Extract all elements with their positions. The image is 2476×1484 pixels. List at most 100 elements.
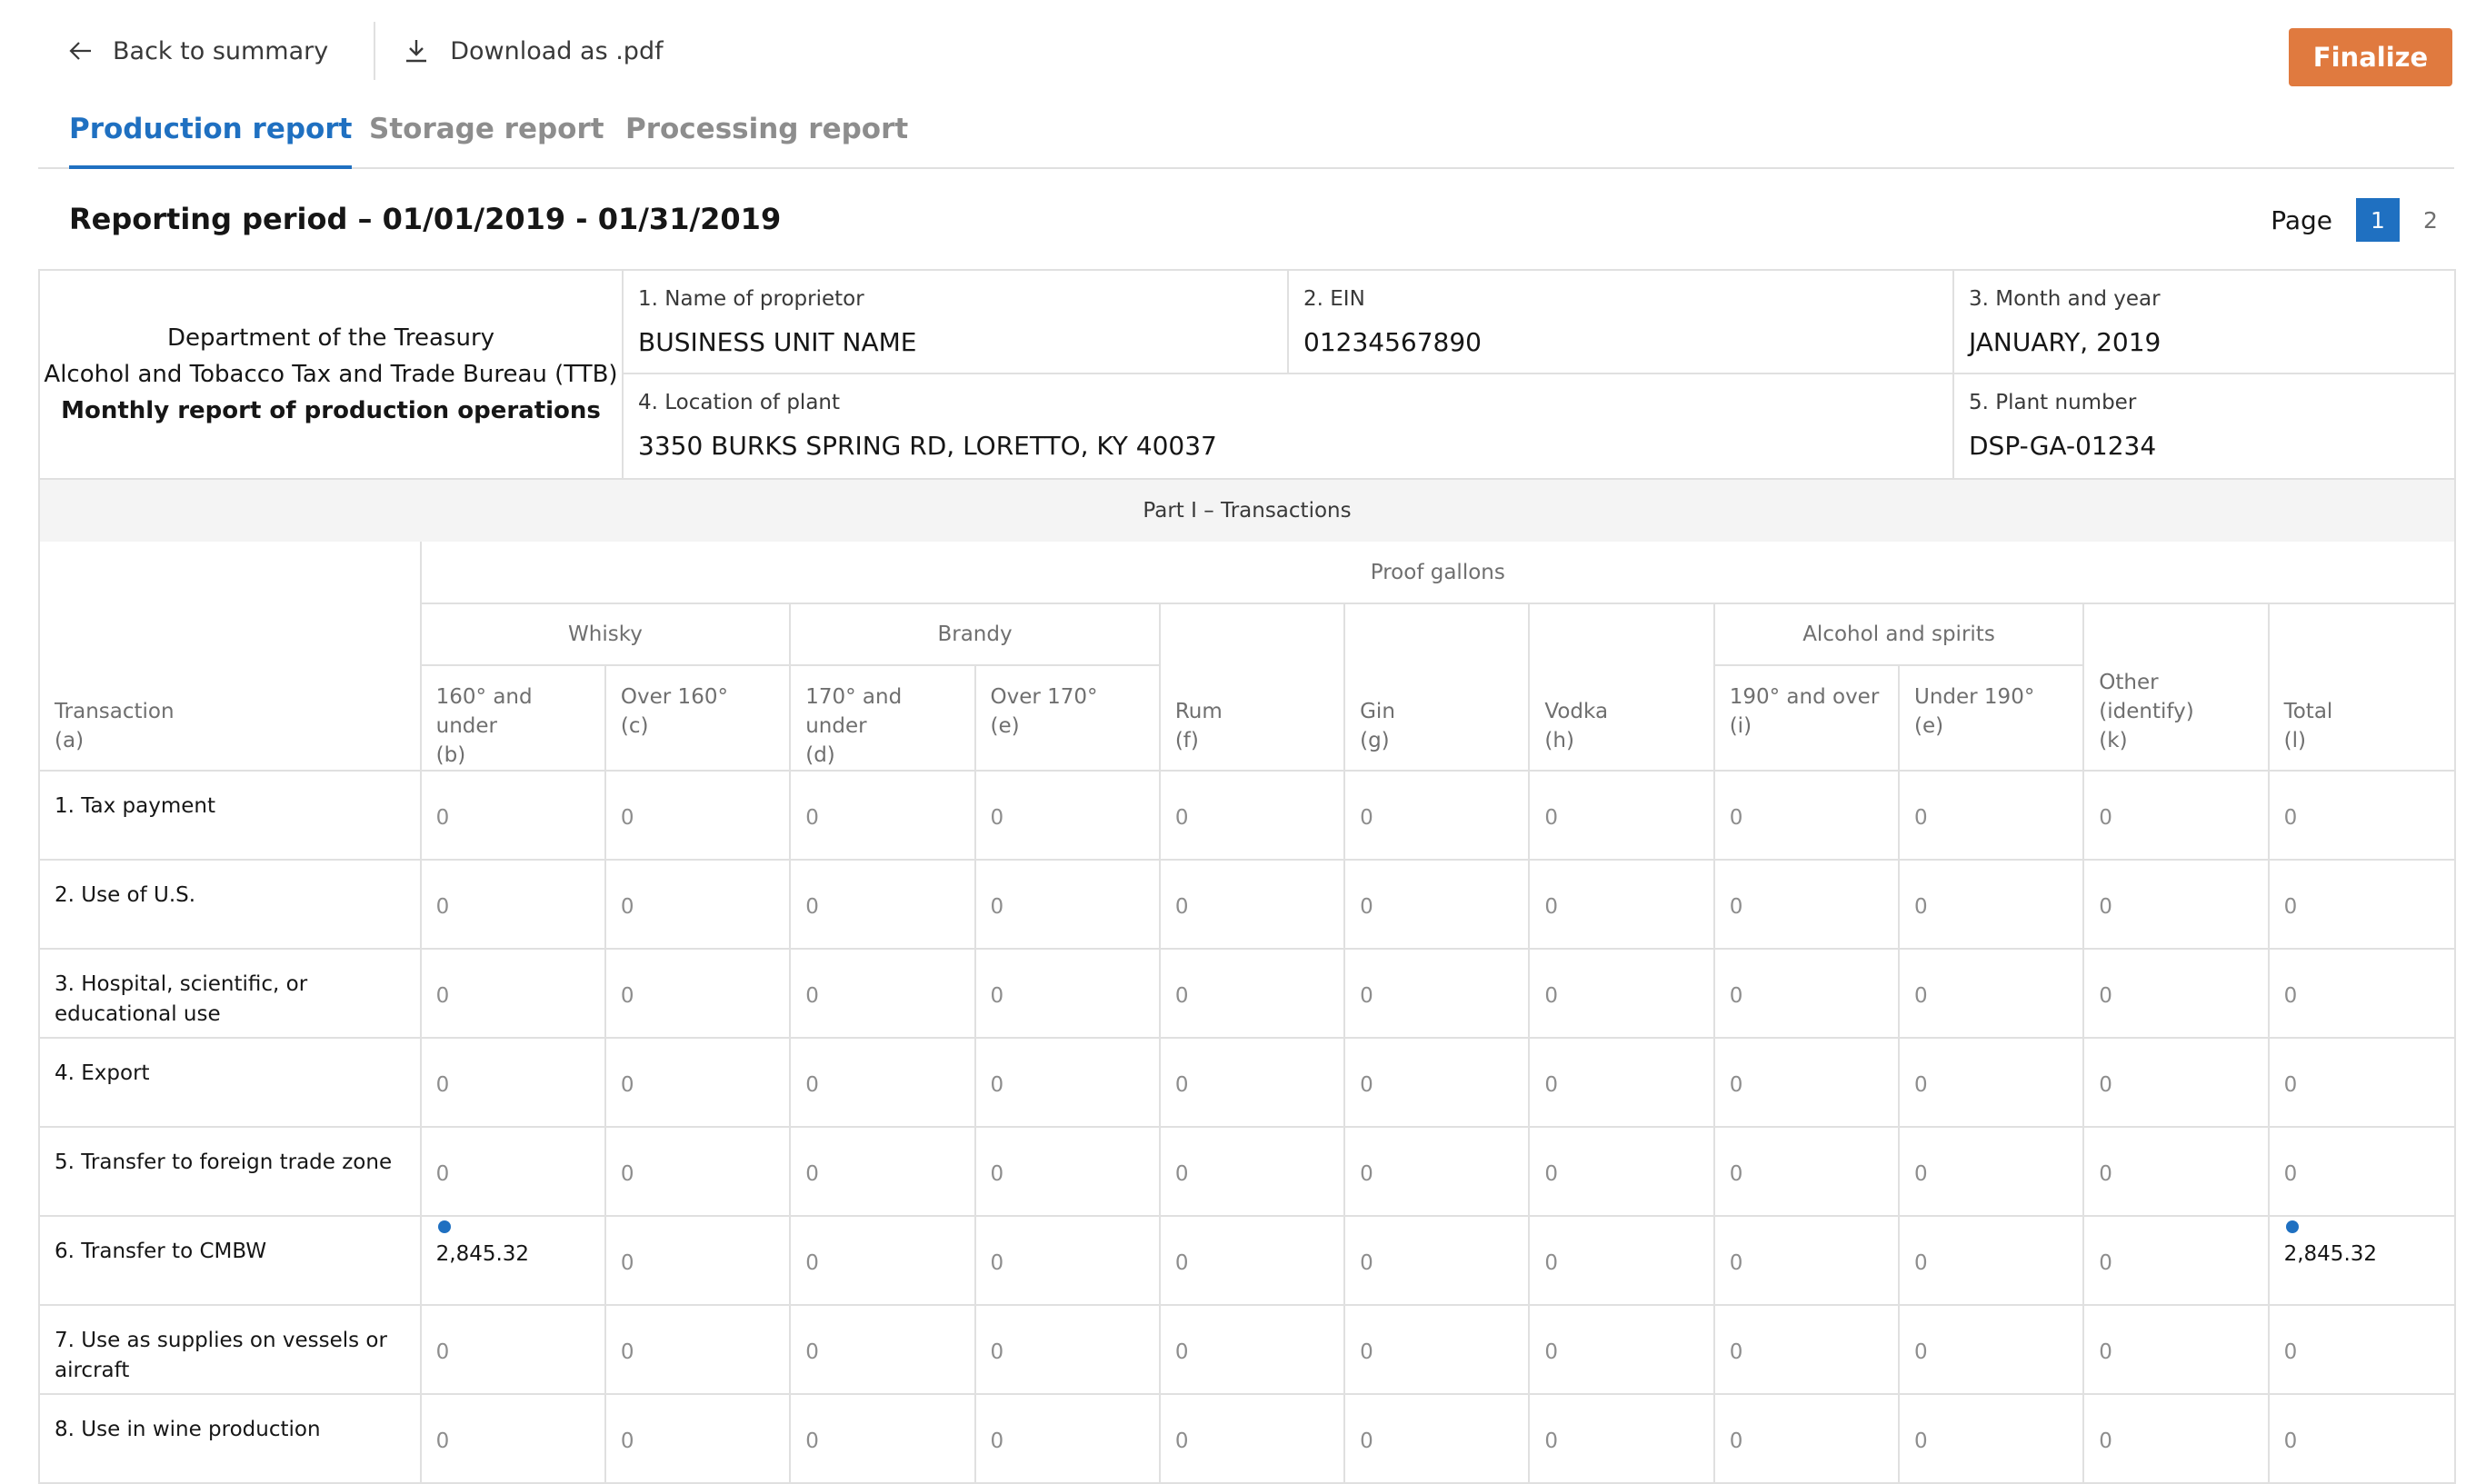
value-cell[interactable]: 2,845.32 bbox=[2267, 1215, 2454, 1306]
value-cell[interactable]: 0 bbox=[789, 770, 976, 861]
value-cell[interactable]: 0 bbox=[1528, 1126, 1715, 1217]
value-cell[interactable]: 0 bbox=[419, 1304, 606, 1395]
value-cell[interactable]: 0 bbox=[973, 859, 1161, 950]
value-cell[interactable]: 0 bbox=[2267, 948, 2454, 1039]
value-cell[interactable]: 0 bbox=[1158, 859, 1346, 950]
value-cell[interactable]: 0 bbox=[973, 1126, 1161, 1217]
value-cell[interactable]: 2,845.32 bbox=[419, 1215, 606, 1306]
value-cell[interactable]: 0 bbox=[789, 1215, 976, 1306]
download-pdf-link[interactable]: Download as .pdf bbox=[403, 37, 664, 65]
value-cell[interactable]: 0 bbox=[1712, 1215, 1901, 1306]
value-cell[interactable]: 0 bbox=[1712, 1304, 1901, 1395]
value-cell[interactable]: 0 bbox=[1158, 948, 1346, 1039]
value-cell[interactable]: 0 bbox=[2267, 1304, 2454, 1395]
value-cell[interactable]: 0 bbox=[2267, 770, 2454, 861]
value-cell[interactable]: 0 bbox=[604, 1215, 792, 1306]
value-cell[interactable]: 0 bbox=[604, 770, 792, 861]
value-cell[interactable]: 0 bbox=[973, 1037, 1161, 1128]
value-cell[interactable]: 0 bbox=[1528, 948, 1715, 1039]
value-cell[interactable]: 0 bbox=[1343, 1126, 1531, 1217]
value-cell[interactable]: 0 bbox=[1343, 948, 1531, 1039]
value-cell[interactable]: 0 bbox=[973, 1215, 1161, 1306]
value-cell[interactable]: 0 bbox=[1897, 859, 2085, 950]
value-cell[interactable]: 0 bbox=[604, 859, 792, 950]
value-cell[interactable]: 0 bbox=[2082, 948, 2270, 1039]
value-cell[interactable]: 0 bbox=[789, 1393, 976, 1484]
value-cell[interactable]: 0 bbox=[1897, 1126, 2085, 1217]
value-cell[interactable]: 0 bbox=[2082, 1037, 2270, 1128]
value-cell[interactable]: 0 bbox=[973, 1304, 1161, 1395]
value-cell[interactable]: 0 bbox=[789, 1126, 976, 1217]
value-cell[interactable]: 0 bbox=[419, 770, 606, 861]
page-2-button[interactable]: 2 bbox=[2409, 198, 2452, 242]
value-cell[interactable]: 0 bbox=[2082, 859, 2270, 950]
value-cell[interactable]: 0 bbox=[1712, 948, 1901, 1039]
value-cell[interactable]: 0 bbox=[1343, 1215, 1531, 1306]
tab-processing-report[interactable]: Processing report bbox=[625, 113, 908, 165]
value-cell[interactable]: 0 bbox=[789, 1037, 976, 1128]
value-cell[interactable]: 0 bbox=[1897, 1215, 2085, 1306]
value-cell[interactable]: 0 bbox=[2082, 1393, 2270, 1484]
value-cell[interactable]: 0 bbox=[1158, 1037, 1346, 1128]
value-cell[interactable]: 0 bbox=[1712, 770, 1901, 861]
value-cell[interactable]: 0 bbox=[419, 948, 606, 1039]
value-cell[interactable]: 0 bbox=[1343, 770, 1531, 861]
value-cell[interactable]: 0 bbox=[1528, 1304, 1715, 1395]
value-cell[interactable]: 0 bbox=[1897, 1037, 2085, 1128]
value-cell[interactable]: 0 bbox=[973, 770, 1161, 861]
tab-production-report[interactable]: Production report bbox=[69, 113, 353, 169]
value-cell[interactable]: 0 bbox=[1712, 1037, 1901, 1128]
value-cell[interactable]: 0 bbox=[1343, 1304, 1531, 1395]
value-cell[interactable]: 0 bbox=[2082, 1304, 2270, 1395]
value-cell[interactable]: 0 bbox=[1897, 770, 2085, 861]
value-cell[interactable]: 0 bbox=[2267, 1126, 2454, 1217]
cell-value: 0 bbox=[990, 984, 1004, 1008]
value-cell[interactable]: 0 bbox=[604, 948, 792, 1039]
value-cell[interactable]: 0 bbox=[973, 948, 1161, 1039]
value-cell[interactable]: 0 bbox=[1343, 1393, 1531, 1484]
value-cell[interactable]: 0 bbox=[604, 1393, 792, 1484]
value-cell[interactable]: 0 bbox=[1712, 859, 1901, 950]
value-cell[interactable]: 0 bbox=[1528, 1215, 1715, 1306]
cell-value: 0 bbox=[435, 984, 450, 1008]
value-cell[interactable]: 0 bbox=[1897, 1393, 2085, 1484]
value-cell[interactable]: 0 bbox=[1158, 770, 1346, 861]
value-cell[interactable]: 0 bbox=[2267, 859, 2454, 950]
value-cell[interactable]: 0 bbox=[789, 948, 976, 1039]
tab-storage-report[interactable]: Storage report bbox=[369, 113, 604, 165]
value-cell[interactable]: 0 bbox=[604, 1304, 792, 1395]
value-cell[interactable]: 0 bbox=[2267, 1037, 2454, 1128]
column-header: Gin (g) bbox=[1343, 603, 1531, 772]
value-cell[interactable]: 0 bbox=[973, 1393, 1161, 1484]
value-cell[interactable]: 0 bbox=[1897, 1304, 2085, 1395]
value-cell[interactable]: 0 bbox=[1528, 1393, 1715, 1484]
page-1-button[interactable]: 1 bbox=[2356, 198, 2400, 242]
value-cell[interactable]: 0 bbox=[1528, 859, 1715, 950]
value-cell[interactable]: 0 bbox=[2082, 1215, 2270, 1306]
value-cell[interactable]: 0 bbox=[1158, 1126, 1346, 1217]
value-cell[interactable]: 0 bbox=[604, 1037, 792, 1128]
value-cell[interactable]: 0 bbox=[1158, 1393, 1346, 1484]
value-cell[interactable]: 0 bbox=[1343, 859, 1531, 950]
value-cell[interactable]: 0 bbox=[1528, 1037, 1715, 1128]
value-cell[interactable]: 0 bbox=[2082, 770, 2270, 861]
value-cell[interactable]: 0 bbox=[419, 1126, 606, 1217]
value-cell[interactable]: 0 bbox=[419, 1037, 606, 1128]
value-cell[interactable]: 0 bbox=[419, 859, 606, 950]
value-cell[interactable]: 0 bbox=[1712, 1126, 1901, 1217]
value-cell[interactable]: 0 bbox=[789, 1304, 976, 1395]
value-cell[interactable]: 0 bbox=[1528, 770, 1715, 861]
finalize-button[interactable]: Finalize bbox=[2289, 28, 2452, 86]
value-cell[interactable]: 0 bbox=[2267, 1393, 2454, 1484]
value-cell[interactable]: 0 bbox=[604, 1126, 792, 1217]
value-cell[interactable]: 0 bbox=[1158, 1304, 1346, 1395]
value-cell[interactable]: 0 bbox=[419, 1393, 606, 1484]
value-cell[interactable]: 0 bbox=[1158, 1215, 1346, 1306]
value-cell[interactable]: 0 bbox=[789, 859, 976, 950]
value-cell[interactable]: 0 bbox=[1897, 948, 2085, 1039]
value-cell[interactable]: 0 bbox=[1343, 1037, 1531, 1128]
cell-value: 2,845.32 bbox=[2283, 1242, 2378, 1266]
value-cell[interactable]: 0 bbox=[2082, 1126, 2270, 1217]
value-cell[interactable]: 0 bbox=[1712, 1393, 1901, 1484]
back-to-summary-link[interactable]: Back to summary bbox=[69, 37, 328, 65]
